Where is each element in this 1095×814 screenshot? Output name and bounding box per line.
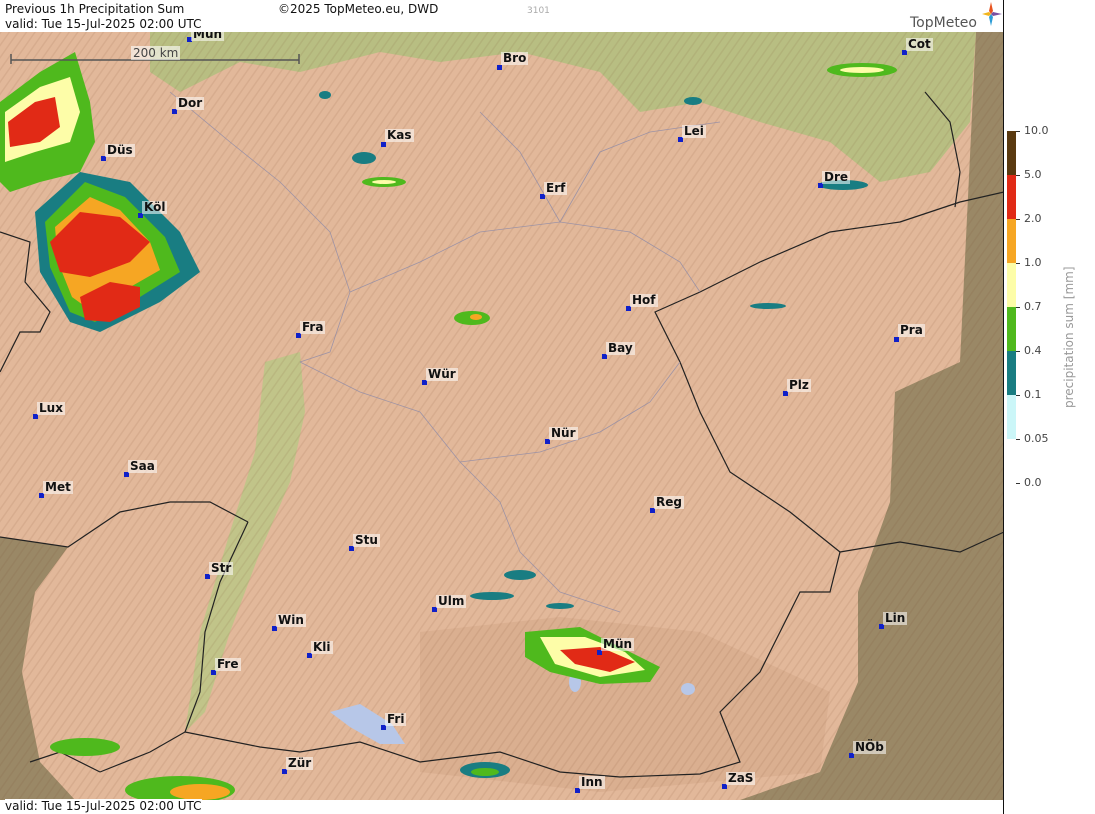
city-label-lux: Lux	[37, 401, 65, 415]
city-label-kol: Köl	[142, 200, 168, 214]
legend-swatch-01	[1007, 395, 1016, 439]
scale-bar-label: 200 km	[131, 46, 181, 60]
city-label-cot: Cot	[906, 37, 933, 51]
city-label-plz: Plz	[787, 378, 811, 392]
legend-tick	[1016, 395, 1020, 396]
city-label-saa: Saa	[128, 459, 157, 473]
city-label-zas: ZaS	[726, 771, 756, 785]
city-label-pra: Pra	[898, 323, 925, 337]
city-label-fre: Fre	[215, 657, 241, 671]
city-label-met: Met	[43, 480, 73, 494]
legend-tick	[1016, 307, 1020, 308]
city-label-dus: Düs	[105, 143, 135, 157]
legend-label-07: 0.7	[1024, 300, 1042, 313]
legend-swatch-2	[1007, 219, 1016, 263]
city-label-win: Win	[276, 613, 306, 627]
city-label-ulm: Ulm	[436, 594, 467, 608]
city-label-mun: Mün	[601, 637, 635, 651]
city-label-nur: Nür	[549, 426, 578, 440]
city-label-bro: Bro	[501, 51, 529, 65]
map-frame-line	[1003, 0, 1004, 814]
city-label-wur: Wür	[426, 367, 458, 381]
map-canvas	[0, 32, 1004, 800]
legend-tick	[1016, 219, 1020, 220]
legend-label-10: 10.0	[1024, 124, 1049, 137]
legend-tick	[1016, 131, 1020, 132]
legend-swatch-1	[1007, 263, 1016, 307]
city-label-stu: Stu	[353, 533, 380, 547]
city-label-inn: Inn	[579, 775, 605, 789]
city-label-str: Str	[209, 561, 234, 575]
legend-label-1: 1.0	[1024, 256, 1042, 269]
copyright: ©2025 TopMeteo.eu, DWD	[278, 2, 439, 16]
legend-tick	[1016, 263, 1020, 264]
valid-time-bottom: valid: Tue 15-Jul-2025 02:00 UTC	[5, 799, 202, 813]
legend-swatch-07	[1007, 307, 1016, 351]
legend-label-5: 5.0	[1024, 168, 1042, 181]
city-label-zur: Zür	[286, 756, 314, 770]
city-label-dre: Dre	[822, 170, 851, 184]
legend-tick	[1016, 483, 1020, 484]
city-label-nob: NÖb	[853, 740, 886, 754]
brand-logo-text: TopMeteo	[910, 15, 977, 31]
legend-tick	[1016, 439, 1020, 440]
map-code: 3101	[527, 6, 550, 16]
legend-label-04: 0.4	[1024, 344, 1042, 357]
city-label-reg: Reg	[654, 495, 684, 509]
city-marker	[381, 142, 386, 147]
precipitation-map: 200 km Mün Bro Cot Dor Kas Lei Düs Erf D…	[0, 32, 1004, 800]
valid-time-top: valid: Tue 15-Jul-2025 02:00 UTC	[5, 17, 202, 31]
city-label-bay: Bay	[606, 341, 635, 355]
city-label-fra: Fra	[300, 320, 326, 334]
city-marker	[497, 65, 502, 70]
city-label-mun-top: Mün	[191, 32, 225, 41]
city-marker	[894, 337, 899, 342]
city-label-lin: Lin	[883, 611, 908, 625]
city-label-fri: Fri	[385, 712, 407, 726]
city-label-kli: Kli	[311, 640, 333, 654]
legend-label-00: 0.0	[1024, 476, 1042, 489]
legend-label-2: 2.0	[1024, 212, 1042, 225]
product-title: Previous 1h Precipitation Sum	[5, 2, 185, 16]
city-label-lei: Lei	[682, 124, 706, 138]
legend-swatch-04	[1007, 351, 1016, 395]
city-label-dor: Dor	[176, 96, 205, 110]
city-label-erf: Erf	[544, 181, 568, 195]
legend-swatch-5	[1007, 175, 1016, 219]
city-label-kas: Kas	[385, 128, 414, 142]
legend-title: precipitation sum [mm]	[1062, 266, 1076, 408]
legend-label-005: 0.05	[1024, 432, 1049, 445]
compass-logo-icon	[982, 2, 1002, 26]
city-label-hof: Hof	[630, 293, 658, 307]
legend-swatch-10	[1007, 131, 1016, 175]
legend-tick	[1016, 175, 1020, 176]
legend-label-01: 0.1	[1024, 388, 1042, 401]
legend-tick	[1016, 351, 1020, 352]
